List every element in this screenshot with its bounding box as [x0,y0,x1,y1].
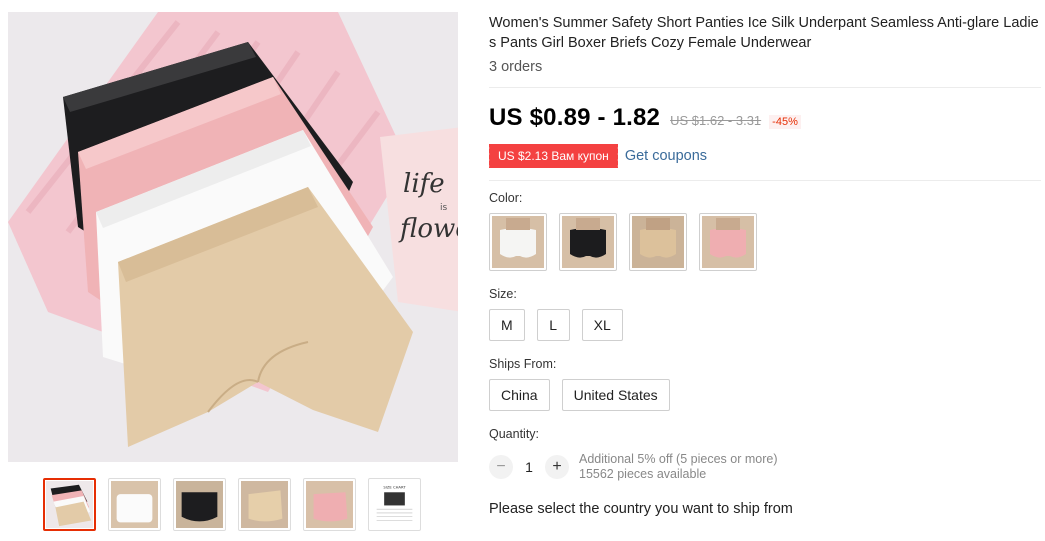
thumbnail-1[interactable] [43,478,96,531]
thumbnail-image: SIZE CHART [371,481,418,528]
size-label: Size: [489,287,517,301]
quantity-decrease-button[interactable]: − [489,455,513,479]
card-text-flower: flowe [398,214,458,244]
coupon-tag-label: US $2.13 Вам купон [498,149,609,163]
color-option-nude[interactable] [629,213,687,271]
thumbnail-image [241,481,288,528]
card-text-is: is [440,203,448,213]
product-photo: life is flowe [8,12,458,462]
size-option-m[interactable]: M [489,309,525,341]
size-option-xl[interactable]: XL [581,309,623,341]
coupon-notch-left [487,144,491,168]
quantity-increase-button[interactable]: + [545,455,569,479]
price-row: US $0.89 - 1.82 US $1.62 - 3.31 -45% [489,104,1039,132]
quantity-info: Additional 5% off (5 pieces or more) 155… [579,452,777,482]
get-coupons-link[interactable]: Get coupons [625,148,707,164]
current-price: US $0.89 - 1.82 [489,104,661,131]
coupon-row: US $2.13 Вам купон Get coupons [487,144,1039,168]
thumbnail-2[interactable] [108,478,161,531]
thumbnail-3[interactable] [173,478,226,531]
quantity-stepper: − 1 + Additional 5% off (5 pieces or mor… [489,452,1039,482]
thumbnail-strip: SIZE CHART [43,478,421,531]
ships-from-united-states[interactable]: United States [561,379,670,411]
thumbnail-image [46,481,93,528]
ships-from-options: China United States [489,379,1039,411]
thumbnail-size-chart[interactable]: SIZE CHART [368,478,421,531]
quantity-input[interactable]: 1 [513,459,545,475]
thumbnail-image [306,481,353,528]
color-options [489,213,1039,271]
card-text-life: life [403,169,445,199]
divider [489,87,1041,88]
color-option-white[interactable] [489,213,547,271]
order-count: 3 orders [489,59,543,75]
thumbnail-4[interactable] [238,478,291,531]
divider [489,180,1041,181]
thumbnail-image [176,481,223,528]
coupon-notch-right [615,144,620,168]
size-chart-label: SIZE CHART [383,486,406,490]
thumbnail-5[interactable] [303,478,356,531]
color-swatch-image [702,216,754,268]
color-swatch-image [492,216,544,268]
color-label: Color: [489,191,523,205]
main-product-image[interactable]: life is flowe [8,12,458,462]
bulk-discount-note: Additional 5% off (5 pieces or more) [579,452,778,466]
discount-badge: -45% [769,115,801,129]
product-info: Women's Summer Safety Short Panties Ice … [487,13,1041,517]
product-title: Women's Summer Safety Short Panties Ice … [489,15,1039,51]
shipping-country-note: Please select the country you want to sh… [489,501,793,517]
color-option-pink[interactable] [699,213,757,271]
original-price: US $1.62 - 3.31 [670,113,762,128]
color-swatch-image [632,216,684,268]
thumbnail-image [111,481,158,528]
stock-available: 15562 pieces available [579,467,707,481]
ships-from-china[interactable]: China [489,379,550,411]
color-swatch-image [562,216,614,268]
coupon-tag[interactable]: US $2.13 Вам купон [487,144,620,168]
ships-from-label: Ships From: [489,357,557,371]
product-gallery: life is flowe [8,12,458,531]
color-option-black[interactable] [559,213,617,271]
size-option-l[interactable]: L [536,309,570,341]
quantity-label: Quantity: [489,427,540,441]
size-options: M L XL [489,309,1039,341]
